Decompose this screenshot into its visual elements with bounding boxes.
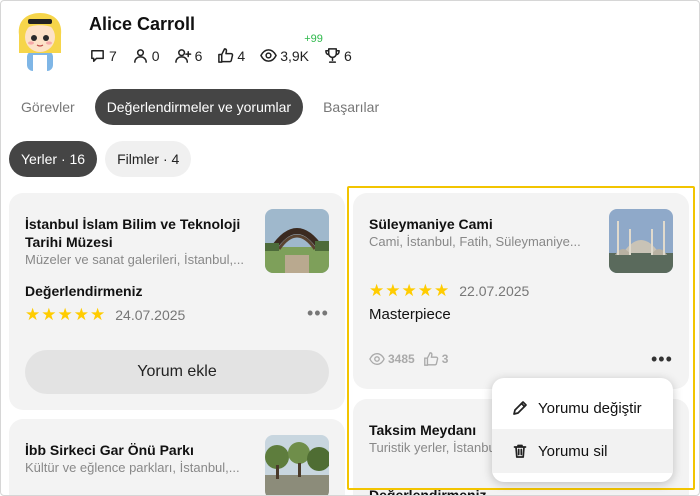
user-name: Alice Carroll [89, 14, 196, 34]
rating-date: 24.07.2025 [115, 306, 186, 323]
your-rating-label: Değerlendirmeniz [25, 283, 143, 299]
menu-item-label: Yorumu sil [538, 442, 608, 460]
menu-item-label: Yorumu değiştir [538, 399, 642, 417]
trophy-icon [325, 48, 340, 63]
stat-following[interactable]: 6 [174, 47, 203, 64]
delete-review-menu-item[interactable]: Yorumu sil [492, 429, 673, 473]
pencil-icon [513, 401, 527, 415]
place-photo[interactable] [265, 209, 329, 273]
person-icon [133, 49, 147, 63]
stat-views[interactable]: 3,9K +99 [260, 33, 323, 64]
place-title[interactable]: Süleymaniye Cami [369, 215, 599, 233]
rating: ★ ★ ★ ★ ★ 22.07.2025 [369, 282, 529, 299]
more-options-icon[interactable]: ••• [651, 349, 673, 370]
star-icon[interactable]: ★ [90, 306, 105, 323]
eye-icon [369, 352, 385, 366]
views-count: 3485 [388, 352, 415, 366]
star-icon[interactable]: ★ [74, 306, 89, 323]
tab-tasks[interactable]: Görevler [9, 89, 87, 125]
place-subtitle: Cami, İstanbul, Fatih, Süleymaniye... [369, 234, 581, 249]
tab-reviews[interactable]: Değerlendirmeler ve yorumlar [94, 89, 304, 125]
star-icon[interactable]: ★ [369, 282, 384, 299]
trash-icon [513, 444, 527, 458]
place-photo[interactable] [609, 209, 673, 273]
profile-page: Alice Carroll 7 0 6 4 3,9K +99 6 Görevle… [0, 0, 700, 496]
stat-followers[interactable]: 0 [132, 47, 160, 64]
stat-value: 3,9K [280, 47, 309, 64]
thumbs-up-icon[interactable] [423, 351, 439, 367]
place-title[interactable]: İbb Sirkeci Gar Önü Parkı [25, 441, 255, 459]
rating-date: 22.07.2025 [459, 282, 530, 299]
your-rating-label: Değerlendirmeniz [369, 487, 487, 496]
place-card-museum[interactable]: İstanbul İslam Bilim ve Teknoloji Tarihi… [9, 193, 345, 410]
place-photo[interactable] [265, 435, 329, 495]
comment-icon [91, 50, 104, 62]
star-icon[interactable]: ★ [434, 282, 449, 299]
star-icon[interactable]: ★ [58, 306, 73, 323]
place-subtitle: Müzeler ve sanat galerileri, İstanbul,..… [25, 252, 244, 267]
stat-value: 6 [344, 47, 352, 64]
filter-movies[interactable]: Filmler · 4 [105, 141, 192, 177]
place-card-sirkeci[interactable]: İbb Sirkeci Gar Önü Parkı Kültür ve eğle… [9, 419, 345, 495]
thumbs-up-icon [218, 48, 234, 63]
views-delta: +99 [304, 33, 323, 45]
star-icon[interactable]: ★ [25, 306, 40, 323]
eye-icon [260, 49, 277, 62]
likes-count: 3 [441, 352, 449, 366]
review-stats: 3485 3 [369, 351, 448, 367]
profile-tabs: Görevler Değerlendirmeler ve yorumlar Ba… [9, 89, 399, 125]
stat-value: 7 [109, 47, 117, 64]
rating: ★ ★ ★ ★ ★ 24.07.2025 [25, 306, 185, 323]
star-icon[interactable]: ★ [41, 306, 56, 323]
stat-value: 0 [151, 47, 160, 64]
star-rating[interactable]: ★ ★ ★ ★ ★ [369, 282, 450, 299]
avatar[interactable] [13, 11, 67, 73]
review-text: Masterpiece [369, 306, 451, 323]
edit-review-menu-item[interactable]: Yorumu değiştir [492, 386, 673, 430]
star-icon[interactable]: ★ [402, 282, 417, 299]
stat-comments[interactable]: 7 [89, 47, 117, 64]
place-subtitle: Kültür ve eğlence parkları, İstanbul,... [25, 460, 240, 475]
review-context-menu: Yorumu değiştir Yorumu sil [492, 378, 673, 482]
place-title[interactable]: İstanbul İslam Bilim ve Teknoloji Tarihi… [25, 215, 255, 251]
stat-value: 6 [194, 47, 203, 64]
stat-value: 4 [237, 47, 246, 64]
add-comment-button[interactable]: Yorum ekle [25, 350, 329, 394]
tab-achievements[interactable]: Başarılar [311, 89, 391, 125]
star-icon[interactable]: ★ [418, 282, 433, 299]
more-options-icon[interactable]: ••• [307, 303, 329, 324]
filter-places[interactable]: Yerler · 16 [9, 141, 98, 177]
star-rating[interactable]: ★ ★ ★ ★ ★ [25, 306, 106, 323]
stat-likes[interactable]: 4 [217, 47, 245, 64]
follow-icon [174, 49, 191, 63]
star-icon[interactable]: ★ [385, 282, 400, 299]
stat-achievements[interactable]: 6 [324, 47, 352, 64]
user-stats: 7 0 6 4 3,9K +99 6 [89, 33, 367, 64]
category-filters: Yerler · 16 Filmler · 4 [9, 141, 199, 177]
place-card-suleymaniye[interactable]: Süleymaniye Cami Cami, İstanbul, Fatih, … [353, 193, 689, 389]
